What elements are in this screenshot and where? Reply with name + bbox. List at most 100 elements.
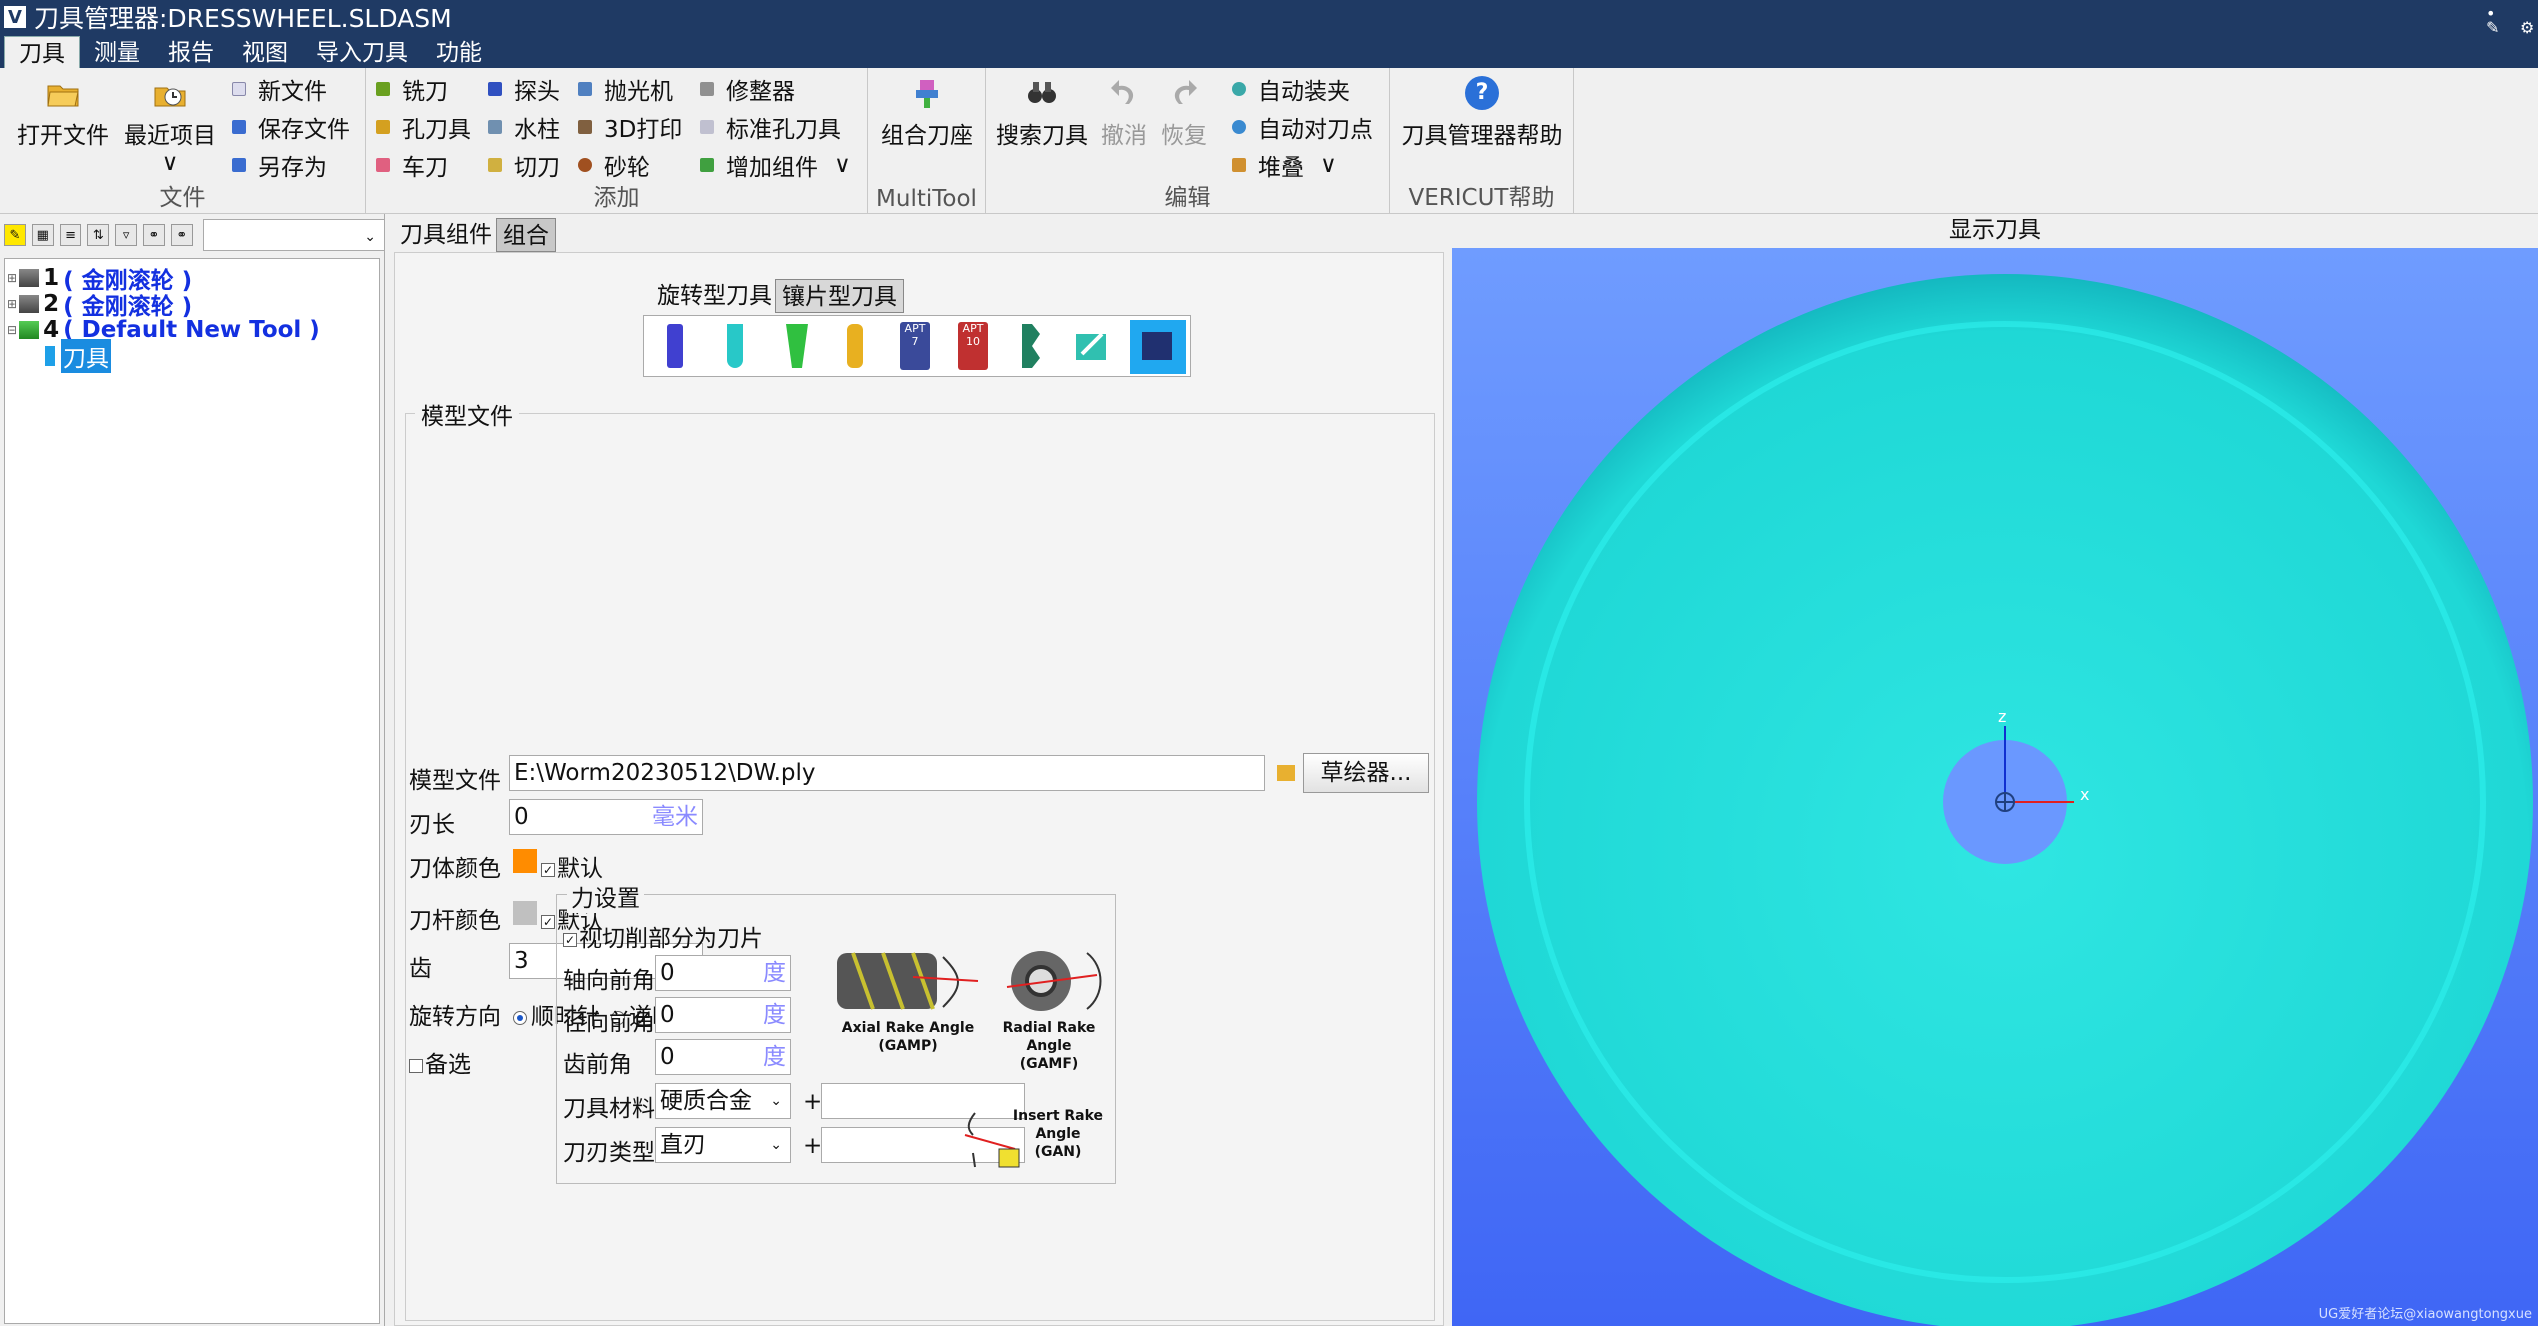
- add-3d-print-button[interactable]: 3D打印: [578, 110, 682, 144]
- redo-button[interactable]: 恢复: [1154, 76, 1214, 150]
- body-default-checkbox[interactable]: ✓ 默认: [541, 849, 603, 883]
- edge-type-dropdown[interactable]: 直刃 ⌄: [655, 1127, 791, 1163]
- sort-icon[interactable]: ⇅: [87, 224, 110, 246]
- add-cutter-button[interactable]: 切刀: [488, 148, 560, 182]
- radial-rake-diagram: [1006, 951, 1102, 1011]
- axial-rake-input[interactable]: 0度: [655, 955, 791, 991]
- add-component-button[interactable]: 增加组件 ∨: [700, 148, 851, 182]
- model-file-input[interactable]: E:\Worm20230512\DW.ply: [509, 755, 1265, 791]
- apt7-label: APT 7: [904, 322, 926, 348]
- tree-item-4[interactable]: ⊟ 4 ( Default New Tool ): [7, 317, 320, 343]
- menu-import-tool[interactable]: 导入刀具: [302, 36, 422, 68]
- tool-icon: [45, 346, 55, 366]
- alternate-checkbox[interactable]: 备选: [409, 1045, 471, 1079]
- stack-label: 堆叠: [1258, 155, 1304, 181]
- tool-assembly-label: 组合刀座: [881, 123, 973, 149]
- filter-icon[interactable]: ▿: [115, 224, 138, 246]
- radial-rake-caption-text: Radial Rake Angle: [1002, 1020, 1096, 1054]
- tool-assembly-button[interactable]: 组合刀座: [874, 76, 980, 150]
- check-icon: ✓: [541, 862, 555, 877]
- add-mill-button[interactable]: 铣刀: [376, 72, 448, 106]
- axial-rake-unit: 度: [763, 960, 786, 986]
- add-probe-button[interactable]: 探头: [488, 72, 560, 106]
- length-input[interactable]: 0 毫米: [509, 799, 703, 835]
- cutter-label: 切刀: [514, 155, 560, 181]
- bull-mill-icon[interactable]: [844, 322, 866, 370]
- recent-projects-button[interactable]: 最近项目 ∨: [120, 76, 220, 176]
- axial-rake-caption: Axial Rake Angle (GAMP): [833, 1019, 983, 1055]
- auto-setpoint-button[interactable]: 自动对刀点: [1232, 110, 1373, 144]
- undo-button[interactable]: 撤消: [1094, 76, 1154, 150]
- model-section-title: 模型文件: [415, 397, 519, 431]
- add-turn-tool-button[interactable]: 车刀: [376, 148, 448, 182]
- end-mill-icon[interactable]: [664, 322, 686, 370]
- save-as-button[interactable]: 另存为: [232, 148, 327, 182]
- body-color-swatch[interactable]: [513, 849, 537, 873]
- browse-folder-icon[interactable]: [1277, 765, 1295, 781]
- tab-tool-components[interactable]: 刀具组件: [394, 218, 498, 252]
- expand-icon[interactable]: ⊞: [7, 297, 17, 311]
- add-grinding-wheel-button[interactable]: 砂轮: [578, 148, 650, 182]
- tool-display-panel: 显示刀具 z x UG爱好者论坛@xiaowangtongxue: [1452, 214, 2538, 1326]
- taper-mill-icon[interactable]: [784, 322, 810, 370]
- add-polisher-button[interactable]: 抛光机: [578, 72, 673, 106]
- length-value: 0: [514, 804, 529, 830]
- radial-rake-value: 0: [660, 1002, 675, 1028]
- tool-assembly-icon: [19, 295, 40, 313]
- tool-material-dropdown[interactable]: 硬质合金 ⌄: [655, 1083, 791, 1119]
- tool-icon[interactable]: ✎: [4, 224, 26, 246]
- tree-filter-dropdown[interactable]: ⌄: [202, 219, 386, 251]
- add-hole-tool-button[interactable]: 孔刀具: [376, 110, 471, 144]
- ball-mill-icon[interactable]: [724, 322, 746, 370]
- chevron-down-icon[interactable]: ∨: [1320, 152, 1337, 178]
- plus-sign: +: [803, 1133, 823, 1159]
- tree-item-2[interactable]: ⊞ 2 ( 金刚滚轮 ): [7, 291, 192, 320]
- menu-view[interactable]: 视图: [228, 36, 302, 68]
- tooth-rake-input[interactable]: 0度: [655, 1039, 791, 1075]
- grid-icon[interactable]: ▦: [31, 224, 54, 246]
- new-file-button[interactable]: 新文件: [232, 72, 327, 106]
- menu-report[interactable]: 报告: [154, 36, 228, 68]
- binocular2-icon[interactable]: ⚭: [170, 224, 193, 246]
- apt10-icon[interactable]: APT 10: [958, 322, 988, 370]
- collapse-icon[interactable]: ⊟: [7, 323, 17, 337]
- treat-as-insert-label: 视切削部分为刀片: [579, 926, 763, 952]
- tool-3d-view[interactable]: z x: [1452, 248, 2538, 1326]
- search-tool-button[interactable]: 搜索刀具: [990, 76, 1094, 150]
- expand-icon[interactable]: ⊞: [7, 271, 17, 285]
- shank-color-swatch[interactable]: [513, 901, 537, 925]
- list-icon[interactable]: ≡: [59, 224, 82, 246]
- tab-rotary-tool[interactable]: 旋转型刀具: [651, 279, 778, 313]
- tree-child-tool[interactable]: 刀具: [45, 339, 111, 373]
- auto-clamp-label: 自动装夹: [1258, 79, 1350, 105]
- binocular-icon[interactable]: ⚭: [143, 224, 165, 246]
- radial-rake-unit: 度: [763, 1002, 786, 1028]
- tooth-rake-value: 0: [660, 1044, 675, 1070]
- auto-clamp-button[interactable]: 自动装夹: [1232, 72, 1350, 106]
- menu-function[interactable]: 功能: [422, 36, 496, 68]
- menu-measure[interactable]: 测量: [80, 36, 154, 68]
- stack-button[interactable]: 堆叠 ∨: [1232, 148, 1337, 182]
- tooth-rake-label: 齿前角: [563, 1052, 632, 1078]
- tool-manager-help-button[interactable]: ? 刀具管理器帮助: [1390, 76, 1574, 150]
- menu-tools[interactable]: 刀具: [4, 36, 80, 68]
- tool-tree: ⊞ 1 ( 金刚滚轮 ) ⊞ 2 ( 金刚滚轮 ) ⊟ 4 ( Default …: [4, 258, 380, 1324]
- apt7-icon[interactable]: APT 7: [900, 322, 930, 370]
- add-dresser-button[interactable]: 修整器: [700, 72, 795, 106]
- tab-assembly[interactable]: 组合: [496, 218, 556, 252]
- tab-insert-tool[interactable]: 镶片型刀具: [775, 279, 904, 313]
- undo-label: 撤消: [1101, 123, 1147, 149]
- chevron-down-icon[interactable]: ∨: [834, 152, 851, 178]
- open-file-button[interactable]: 打开文件: [8, 76, 118, 150]
- model-icon[interactable]: [1130, 320, 1186, 374]
- add-waterjet-button[interactable]: 水柱: [488, 110, 560, 144]
- sketcher-button[interactable]: 草绘器...: [1303, 753, 1429, 793]
- radial-rake-input[interactable]: 0度: [655, 997, 791, 1033]
- treat-as-insert-checkbox[interactable]: ✓ 视切削部分为刀片: [563, 919, 763, 953]
- profile-icon[interactable]: [1016, 322, 1046, 370]
- add-standard-hole-tool-button[interactable]: 标准孔刀具: [700, 110, 841, 144]
- grinding-wheel-icon: [578, 158, 592, 172]
- revolve-icon[interactable]: [1072, 324, 1112, 368]
- app-icon: V: [4, 6, 26, 28]
- save-file-button[interactable]: 保存文件: [232, 110, 350, 144]
